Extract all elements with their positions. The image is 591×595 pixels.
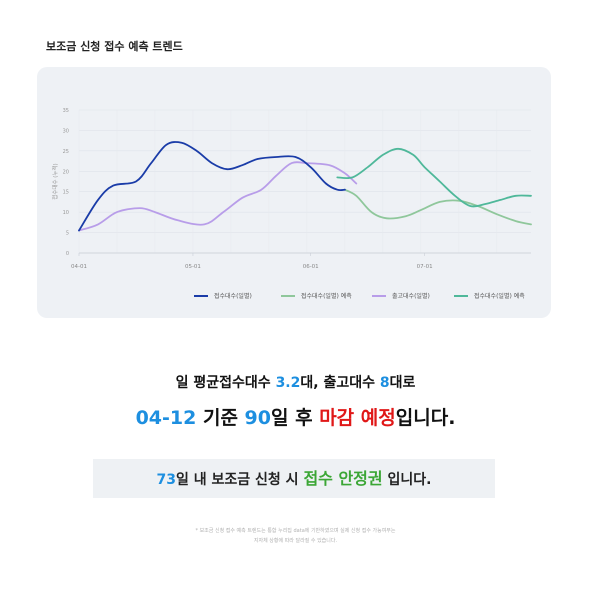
legend-swatch	[194, 294, 208, 297]
safe-window-notice: 73일 내 보조금 신청 시 접수 안정권 입니다.	[93, 459, 495, 498]
legend-swatch	[454, 294, 468, 297]
legend-swatch	[372, 294, 386, 297]
series-line-2	[344, 188, 532, 226]
x-tick-label: 04-01	[71, 264, 87, 270]
y-tick-label: 10	[63, 210, 69, 216]
y-tick-label: 30	[63, 128, 69, 134]
summary-daily-average: 일 평균접수대수 3.2대, 출고대수 8대로	[175, 375, 416, 391]
page-title: 보조금 신청 접수 예측 트렌드	[46, 40, 183, 53]
legend-swatch	[281, 294, 295, 297]
series-line-4	[336, 147, 532, 208]
days-remaining: 90	[244, 407, 271, 429]
legend-label: 출고대수(일별)	[392, 293, 430, 300]
safe-zone-label: 접수 안정권	[303, 469, 383, 488]
y-tick-label: 25	[63, 149, 69, 155]
legend-item-3: 출고대수(일별)	[372, 291, 430, 300]
legend-label: 접수대수(일별) 예측	[474, 293, 525, 300]
base-date: 04-12	[135, 407, 197, 429]
y-tick-label: 35	[63, 108, 69, 114]
trend-line-chart: 0 5 10 15 20 25 30 35 04-01 05-01 06-01 07-01 접수대수 (…	[51, 108, 532, 270]
x-tick-label: 07-01	[417, 264, 433, 270]
legend-item-2: 접수대수(일별) 예측	[281, 291, 352, 300]
legend-item-4: 접수대수(일별) 예측	[454, 291, 525, 300]
y-axis-label: 접수대수 (누적)	[51, 163, 59, 199]
daily-release-value: 8	[379, 375, 390, 391]
x-tick-label: 05-01	[185, 264, 201, 270]
deadline-label: 마감 예정	[319, 407, 396, 429]
disclaimer-footnote: * 보조금 신청 접수 예측 트렌드는 통합 누리집 data에 기반하였으며 …	[195, 528, 396, 544]
x-tick-label: 06-01	[303, 264, 319, 270]
chart-card: 0 5 10 15 20 25 30 35 04-01 05-01 06-01 07-01 접수대수 (…	[37, 67, 551, 318]
legend-label: 접수대수(일별)	[214, 293, 252, 300]
y-tick-label: 5	[66, 231, 69, 237]
y-tick-label: 20	[63, 169, 69, 175]
y-tick-label: 15	[63, 190, 69, 196]
legend-item-1: 접수대수(일별)	[194, 291, 252, 300]
summary-deadline-forecast: 04-12 기준 90일 후 마감 예정입니다.	[135, 407, 456, 429]
daily-intake-value: 3.2	[275, 375, 301, 391]
y-tick-label: 0	[66, 251, 69, 257]
safe-days-value: 73	[156, 472, 177, 488]
chart-legend: 접수대수(일별) 접수대수(일별) 예측 출고대수(일별) 접수대수(일별) 예측	[37, 291, 551, 305]
series-line-1	[78, 141, 346, 232]
legend-label: 접수대수(일별) 예측	[301, 293, 352, 300]
